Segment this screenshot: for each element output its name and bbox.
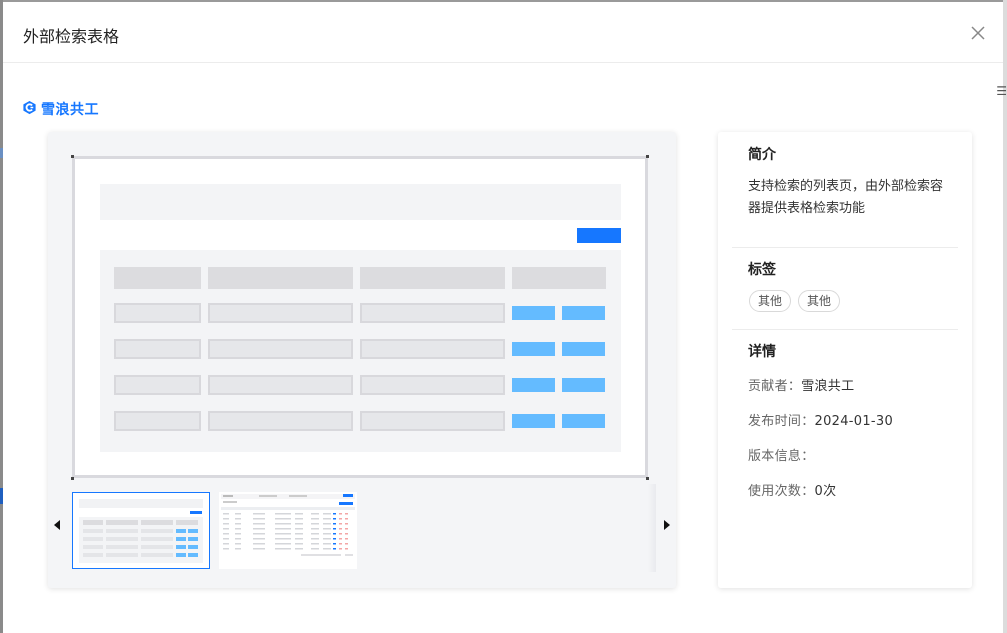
contributor-row: 贡献者：雪浪共工 <box>748 375 854 394</box>
mock-action <box>562 306 605 320</box>
info-panel: 简介 支持检索的列表页，由外部检索容器提供表格检索功能 标签 其他 其他 详情 … <box>718 132 972 588</box>
mock-action <box>512 378 555 392</box>
mock-table-cell <box>208 375 353 395</box>
mock-table-header-cell <box>360 267 505 289</box>
publish-time-row: 发布时间：2024-01-30 <box>748 410 893 429</box>
contributor-label: 贡献者： <box>748 379 802 394</box>
preview-panel <box>48 132 676 588</box>
brand: 雪浪共工 <box>22 99 99 119</box>
mock-table-cell <box>360 411 505 431</box>
mock-action <box>512 414 555 428</box>
mock-action <box>562 414 605 428</box>
window-edge-left <box>0 0 3 633</box>
brand-name: 雪浪共工 <box>41 102 99 118</box>
background-edge-mark <box>0 488 3 504</box>
mock-action <box>562 378 605 392</box>
contributor-value: 雪浪共工 <box>801 379 855 394</box>
mock-table-header-cell <box>114 267 201 289</box>
tags-title: 标签 <box>748 262 776 278</box>
mock-table-cell <box>360 375 505 395</box>
mock-table-cell <box>208 303 353 323</box>
mock-action <box>562 342 605 356</box>
xuelang-logo-icon <box>22 100 37 119</box>
frame-corner-marker <box>71 477 74 480</box>
mock-table <box>100 250 621 452</box>
divider <box>732 329 958 330</box>
intro-title: 简介 <box>748 147 776 163</box>
dialog-header: 外部检索表格 <box>3 2 1003 63</box>
version-label: 版本信息： <box>748 449 815 464</box>
intro-text: 支持检索的列表页，由外部检索容器提供表格检索功能 <box>748 179 944 216</box>
mock-table-cell <box>114 303 201 323</box>
frame-corner-marker <box>646 155 649 158</box>
publish-time-label: 发布时间： <box>748 414 815 429</box>
thumbnail-strip <box>72 492 652 572</box>
mock-search-area <box>100 184 621 220</box>
mock-table-header-cell <box>512 267 606 289</box>
mock-table-header-cell <box>208 267 353 289</box>
usage-count-label: 使用次数： <box>748 484 815 499</box>
thumbnail-1[interactable] <box>72 492 210 569</box>
mock-table-cell <box>360 339 505 359</box>
usage-count-row: 使用次数：0次 <box>748 480 836 499</box>
mock-table-cell <box>208 339 353 359</box>
preview-image <box>72 156 648 478</box>
tag: 其他 <box>798 290 841 312</box>
frame-corner-marker <box>71 155 74 158</box>
mock-table-cell <box>360 303 505 323</box>
mock-button <box>577 228 621 243</box>
menu-icon: ☰ <box>996 84 1007 98</box>
details-title: 详情 <box>748 344 776 360</box>
mock-table-cell <box>114 339 201 359</box>
mock-action <box>512 306 555 320</box>
caret-right-icon[interactable] <box>664 520 670 530</box>
mock-table-cell <box>114 375 201 395</box>
mock-table-cell <box>114 411 201 431</box>
frame-corner-marker <box>646 477 649 480</box>
thumbnail-2[interactable] <box>219 492 357 569</box>
dialog-title: 外部检索表格 <box>23 27 120 46</box>
mock-action <box>512 342 555 356</box>
publish-time-value: 2024-01-30 <box>814 414 894 429</box>
mock-table-cell <box>208 411 353 431</box>
background-edge-mark <box>0 148 3 158</box>
usage-count-value: 0次 <box>814 484 837 499</box>
divider <box>732 247 958 248</box>
caret-left-icon[interactable] <box>54 520 60 530</box>
close-icon[interactable] <box>969 24 987 42</box>
version-row: 版本信息： <box>748 445 815 464</box>
tag: 其他 <box>749 290 792 312</box>
